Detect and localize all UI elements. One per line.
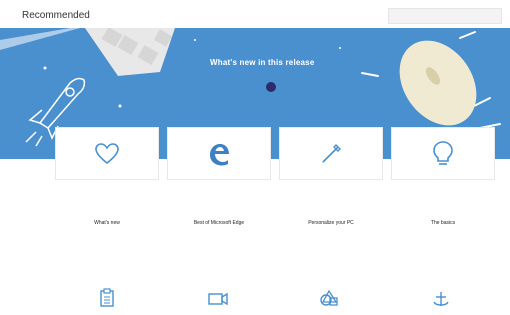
- header-bar: Recommended: [0, 0, 510, 28]
- mouse-illustration: [399, 40, 477, 126]
- clipboard-icon[interactable]: [96, 288, 118, 308]
- hero-title: What's new in this release: [210, 58, 315, 67]
- lightbulb-icon: [433, 140, 453, 165]
- play-button[interactable]: [266, 82, 276, 92]
- keyboard-illustration: [85, 28, 175, 76]
- edge-logo-icon: [210, 143, 229, 165]
- video-camera-icon[interactable]: [207, 288, 229, 308]
- tile-personalize[interactable]: [279, 127, 383, 180]
- tile-label-personalize: Personalize your PC: [308, 220, 354, 226]
- tile-whats-new[interactable]: [55, 127, 159, 180]
- tile-label-whats-new: What's new: [94, 220, 120, 226]
- tile-best-of-edge[interactable]: [167, 127, 271, 180]
- anchor-icon[interactable]: [430, 288, 452, 308]
- tile-the-basics[interactable]: [391, 127, 495, 180]
- get-started-page: Recommended What's new in this release W…: [0, 0, 510, 315]
- tile-label-the-basics: The basics: [430, 220, 456, 226]
- brush-icon: [322, 143, 341, 163]
- shapes-icon[interactable]: [318, 288, 340, 308]
- stars: [43, 39, 341, 108]
- tile-label-best-of-edge: Best of Microsoft Edge: [193, 220, 245, 226]
- header-right-control[interactable]: [388, 8, 502, 24]
- section-title: Recommended: [22, 10, 90, 21]
- heart-icon: [95, 142, 119, 164]
